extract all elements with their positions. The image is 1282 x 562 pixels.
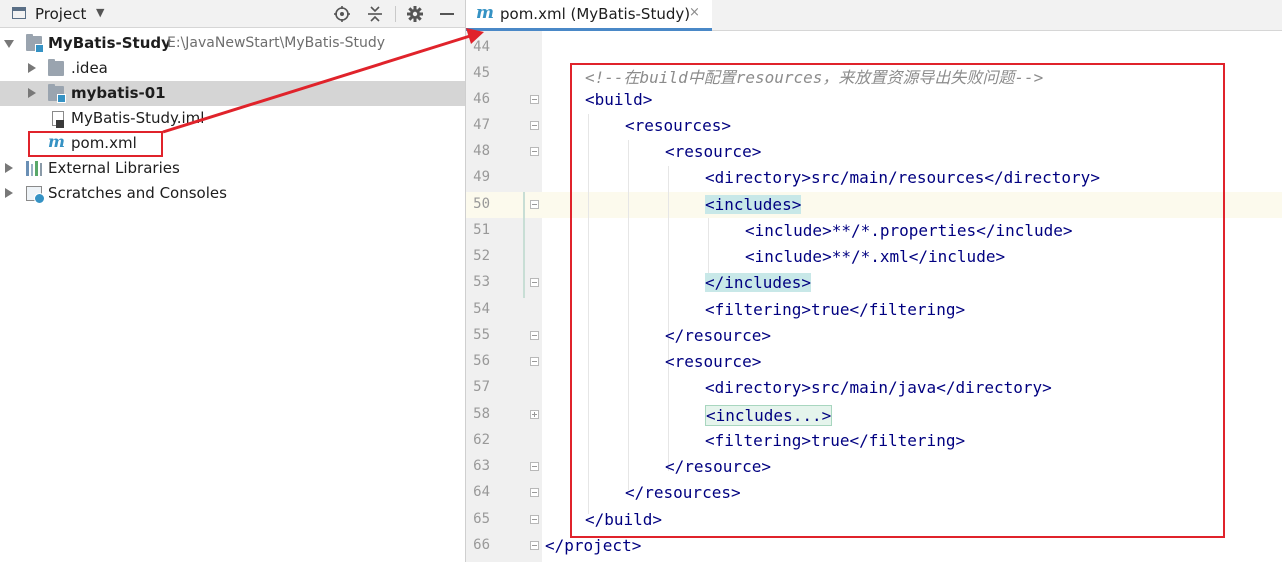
line-number: 49	[473, 169, 490, 185]
tree-item-mybatis-01[interactable]: mybatis-01	[0, 81, 465, 106]
module-folder-icon	[48, 84, 66, 103]
header-divider	[395, 6, 396, 22]
tree-item-label: External Libraries	[48, 159, 180, 177]
tree-item-external-libraries[interactable]: External Libraries	[0, 156, 465, 181]
line-number: 51	[473, 222, 490, 238]
line-number: 52	[473, 248, 490, 264]
fold-marker-icon[interactable]	[530, 462, 539, 471]
chevron-right-icon[interactable]	[28, 88, 36, 98]
line-number: 48	[473, 143, 490, 159]
tree-item-label: Scratches and Consoles	[48, 184, 227, 202]
line-number: 65	[473, 511, 490, 527]
project-panel-header: Project ▼	[0, 0, 465, 28]
iml-file-icon	[52, 111, 64, 128]
line-number: 56	[473, 353, 490, 369]
code-line: 44	[466, 35, 1282, 61]
expand-fold-icon[interactable]	[530, 410, 539, 419]
scratches-icon	[26, 186, 45, 204]
fold-marker-icon[interactable]	[530, 331, 539, 340]
project-panel-title[interactable]: Project	[35, 5, 86, 23]
libraries-icon	[26, 161, 42, 176]
folder-icon	[48, 59, 64, 76]
fold-marker-icon[interactable]	[530, 357, 539, 366]
line-number: 54	[473, 301, 490, 317]
line-number: 47	[473, 117, 490, 133]
close-icon[interactable]: ×	[689, 5, 700, 20]
tree-item-idea[interactable]: .idea	[0, 56, 465, 81]
line-number: 63	[473, 458, 490, 474]
tree-item-label: mybatis-01	[71, 84, 166, 102]
editor-tab-bar: m pom.xml (MyBatis-Study) ×	[466, 0, 1282, 31]
line-number: 57	[473, 379, 490, 395]
line-number: 53	[473, 274, 490, 290]
chevron-right-icon[interactable]	[28, 63, 36, 73]
fold-marker-icon[interactable]	[530, 278, 539, 287]
line-number: 58	[473, 406, 490, 422]
chevron-right-icon[interactable]	[5, 188, 13, 198]
fold-marker-icon[interactable]	[530, 200, 539, 209]
fold-marker-icon[interactable]	[530, 515, 539, 524]
tree-item-iml[interactable]: MyBatis-Study.iml	[0, 106, 465, 131]
line-number: 62	[473, 432, 490, 448]
module-folder-icon	[26, 34, 44, 53]
project-view-icon	[12, 7, 26, 19]
gear-icon[interactable]	[406, 5, 424, 23]
pom-highlight-box	[28, 131, 163, 157]
tab-pom-xml[interactable]: m pom.xml (MyBatis-Study) ×	[466, 0, 712, 31]
line-number: 45	[473, 65, 490, 81]
code-text: </project>	[545, 536, 642, 555]
tree-item-path: E:\JavaNewStart\MyBatis-Study	[167, 35, 385, 51]
tree-item-mybatis-study[interactable]: MyBatis-Study E:\JavaNewStart\MyBatis-St…	[0, 31, 465, 56]
project-tool-window: Project ▼ MyBatis-Study E:\JavaNewStart\…	[0, 0, 465, 562]
line-number: 44	[473, 39, 490, 55]
line-number: 64	[473, 484, 490, 500]
tree-item-scratches[interactable]: Scratches and Consoles	[0, 181, 465, 206]
fold-marker-icon[interactable]	[530, 121, 539, 130]
line-number: 66	[473, 537, 490, 553]
tree-item-label: .idea	[71, 59, 108, 77]
hide-panel-icon[interactable]	[440, 13, 454, 15]
fold-marker-icon[interactable]	[530, 95, 539, 104]
line-number: 50	[473, 196, 490, 212]
chevron-right-icon[interactable]	[5, 163, 13, 173]
collapse-all-icon[interactable]	[366, 5, 384, 23]
line-number: 55	[473, 327, 490, 343]
locate-icon[interactable]	[333, 5, 351, 23]
fold-marker-icon[interactable]	[530, 147, 539, 156]
fold-marker-icon[interactable]	[530, 541, 539, 550]
line-number: 46	[473, 91, 490, 107]
code-highlight-box	[570, 63, 1225, 538]
chevron-down-icon[interactable]	[4, 40, 14, 48]
view-dropdown-icon[interactable]: ▼	[96, 6, 104, 19]
fold-marker-icon[interactable]	[530, 488, 539, 497]
tab-title: pom.xml (MyBatis-Study)	[500, 5, 691, 23]
maven-m-icon: m	[476, 3, 494, 23]
tree-item-label: MyBatis-Study.iml	[71, 109, 205, 127]
tree-item-label: MyBatis-Study	[48, 34, 171, 52]
